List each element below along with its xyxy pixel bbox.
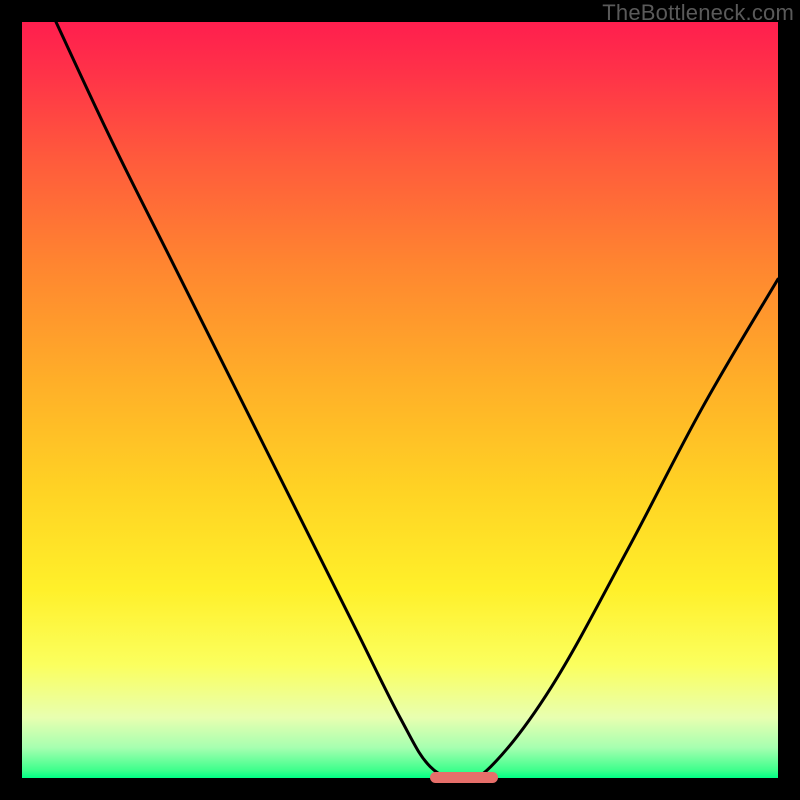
- watermark-label: TheBottleneck.com: [602, 0, 794, 26]
- plot-area: [22, 22, 778, 778]
- sweet-spot-marker: [430, 772, 498, 783]
- bottleneck-curve: [22, 22, 778, 778]
- chart-frame: TheBottleneck.com: [0, 0, 800, 800]
